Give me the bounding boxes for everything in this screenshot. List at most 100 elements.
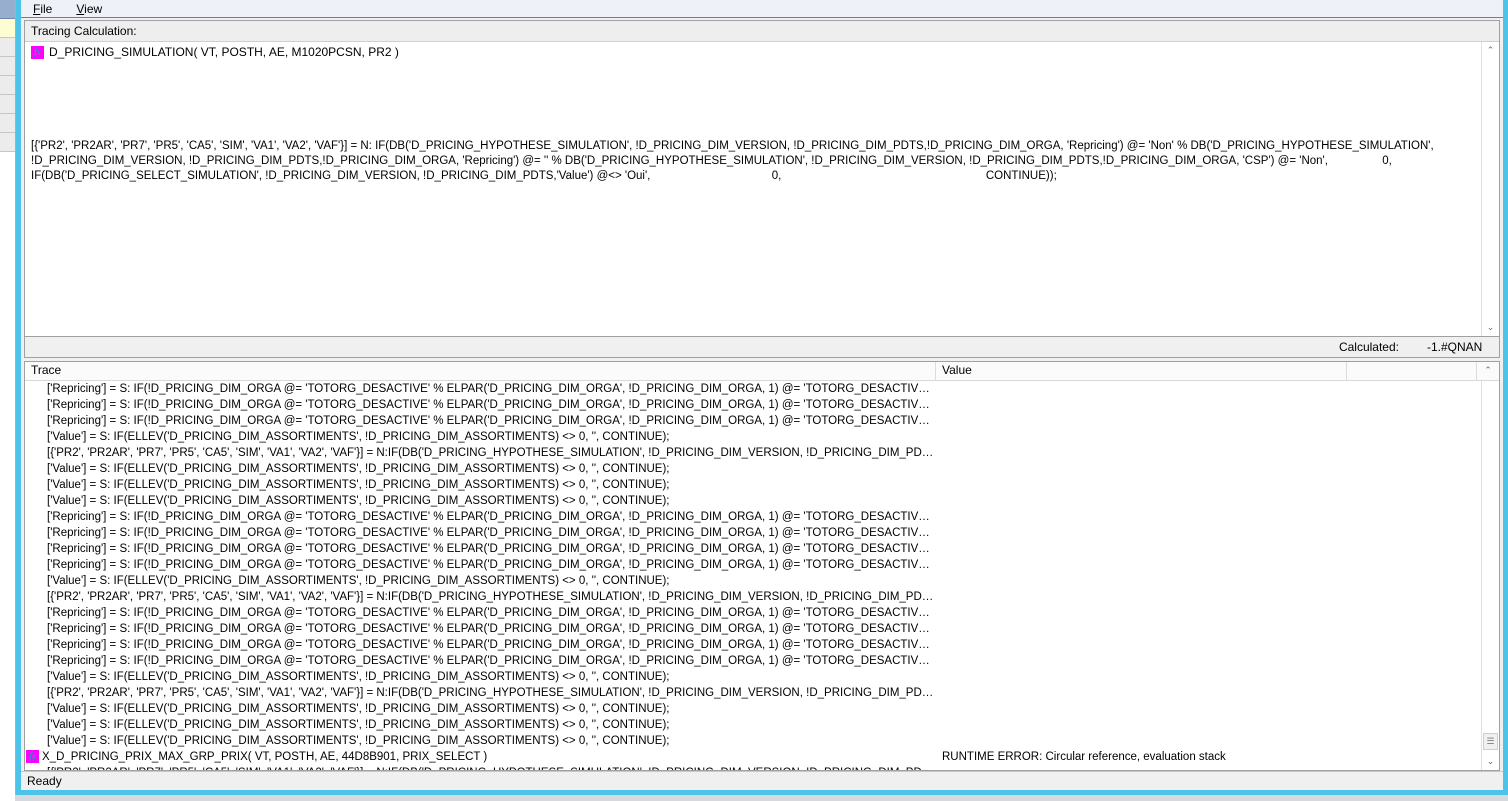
- trace-row-value: [936, 541, 1481, 557]
- trace-row-value: [936, 605, 1481, 621]
- column-header-extra[interactable]: [1347, 361, 1477, 380]
- background-grid-row: [0, 38, 15, 57]
- trace-row[interactable]: ['Repricing'] = S: IF(!D_PRICING_DIM_ORG…: [25, 525, 1481, 541]
- trace-scroll-up-icon[interactable]: ⌃: [1477, 361, 1499, 380]
- formula-icon: fx: [26, 750, 39, 763]
- trace-row[interactable]: ['Repricing'] = S: IF(!D_PRICING_DIM_ORG…: [25, 381, 1481, 397]
- calculation-vertical-scrollbar[interactable]: ⌃ ⌄: [1481, 42, 1499, 336]
- trace-row-trace-text: X_D_PRICING_PRIX_MAX_GRP_PRIX( VT, POSTH…: [42, 749, 487, 765]
- background-grid-row: [0, 133, 15, 152]
- calculation-formula: [{'PR2', 'PR2AR', 'PR7', 'PR5', 'CA5', '…: [31, 139, 1477, 184]
- trace-row-trace: ['Repricing'] = S: IF(!D_PRICING_DIM_ORG…: [25, 637, 936, 653]
- trace-row-trace: ['Repricing'] = S: IF(!D_PRICING_DIM_ORG…: [25, 541, 936, 557]
- trace-row-trace: ['Value'] = S: IF(ELLEV('D_PRICING_DIM_A…: [25, 429, 936, 445]
- trace-list-header: Trace Value ⌃: [25, 362, 1499, 381]
- trace-row[interactable]: ['Value'] = S: IF(ELLEV('D_PRICING_DIM_A…: [25, 573, 1481, 589]
- menu-bar: File View: [21, 0, 1503, 18]
- trace-row[interactable]: ['Value'] = S: IF(ELLEV('D_PRICING_DIM_A…: [25, 477, 1481, 493]
- trace-row-value: [936, 429, 1481, 445]
- menu-view[interactable]: View: [72, 1, 112, 17]
- trace-row-trace: ['Value'] = S: IF(ELLEV('D_PRICING_DIM_A…: [25, 701, 936, 717]
- trace-row-trace: ['Value'] = S: IF(ELLEV('D_PRICING_DIM_A…: [25, 733, 936, 749]
- trace-row[interactable]: ['Repricing'] = S: IF(!D_PRICING_DIM_ORG…: [25, 413, 1481, 429]
- menu-file-label: ile: [40, 2, 52, 16]
- trace-row-value: [936, 621, 1481, 637]
- trace-row[interactable]: ['Value'] = S: IF(ELLEV('D_PRICING_DIM_A…: [25, 429, 1481, 445]
- trace-row-value: [936, 525, 1481, 541]
- calculation-area: fx D_PRICING_SIMULATION( VT, POSTH, AE, …: [25, 42, 1499, 336]
- trace-row-trace: ['Repricing'] = S: IF(!D_PRICING_DIM_ORG…: [25, 621, 936, 637]
- trace-row-value: [936, 509, 1481, 525]
- trace-row[interactable]: [{'PR2', 'PR2AR', 'PR7', 'PR5', 'CA5', '…: [25, 589, 1481, 605]
- trace-row-value: [936, 637, 1481, 653]
- trace-row[interactable]: ['Value'] = S: IF(ELLEV('D_PRICING_DIM_A…: [25, 733, 1481, 749]
- tracing-calculation-panel: Tracing Calculation: fx D_PRICING_SIMULA…: [24, 20, 1500, 337]
- tracing-calculation-label: Tracing Calculation:: [25, 21, 1499, 42]
- formula-icon: fx: [31, 46, 44, 59]
- trace-row-trace: [{'PR2', 'PR2AR', 'PR7', 'PR5', 'CA5', '…: [25, 685, 936, 701]
- trace-row-value: [936, 589, 1481, 605]
- trace-row-trace: ['Repricing'] = S: IF(!D_PRICING_DIM_ORG…: [25, 653, 936, 669]
- trace-row[interactable]: ['Repricing'] = S: IF(!D_PRICING_DIM_ORG…: [25, 397, 1481, 413]
- trace-row[interactable]: ['Repricing'] = S: IF(!D_PRICING_DIM_ORG…: [25, 605, 1481, 621]
- trace-row-value: [936, 413, 1481, 429]
- trace-row[interactable]: ['Value'] = S: IF(ELLEV('D_PRICING_DIM_A…: [25, 701, 1481, 717]
- trace-row[interactable]: ['Repricing'] = S: IF(!D_PRICING_DIM_ORG…: [25, 621, 1481, 637]
- scroll-up-icon[interactable]: ⌃: [1482, 42, 1499, 59]
- trace-rows-wrapper: ['Repricing'] = S: IF(!D_PRICING_DIM_ORG…: [25, 381, 1499, 770]
- column-header-trace[interactable]: Trace: [25, 361, 936, 380]
- background-grid-header-row: [0, 0, 15, 19]
- trace-row[interactable]: ['Value'] = S: IF(ELLEV('D_PRICING_DIM_A…: [25, 717, 1481, 733]
- background-spreadsheet: [0, 0, 16, 795]
- scroll-thumb[interactable]: ☰: [1483, 733, 1498, 750]
- background-grid-row: [0, 76, 15, 95]
- trace-row-trace: [{'PR2', 'PR2AR', 'PR7', 'PR5', 'CA5', '…: [25, 589, 936, 605]
- trace-row[interactable]: [{'PR2', 'PR2AR', 'PR7', 'PR5', 'CA5', '…: [25, 765, 1481, 770]
- calculated-label: Calculated:: [1339, 340, 1399, 354]
- trace-row-trace: ['Repricing'] = S: IF(!D_PRICING_DIM_ORG…: [25, 525, 936, 541]
- trace-row-value: [936, 445, 1481, 461]
- trace-row[interactable]: ['Value'] = S: IF(ELLEV('D_PRICING_DIM_A…: [25, 493, 1481, 509]
- trace-row-value: [936, 461, 1481, 477]
- calculation-text-area[interactable]: fx D_PRICING_SIMULATION( VT, POSTH, AE, …: [25, 42, 1481, 336]
- trace-rows: ['Repricing'] = S: IF(!D_PRICING_DIM_ORG…: [25, 381, 1481, 770]
- trace-row[interactable]: ['Repricing'] = S: IF(!D_PRICING_DIM_ORG…: [25, 637, 1481, 653]
- trace-row-value: [936, 765, 1481, 770]
- trace-row-trace: ['Value'] = S: IF(ELLEV('D_PRICING_DIM_A…: [25, 461, 936, 477]
- trace-row-trace: ['Repricing'] = S: IF(!D_PRICING_DIM_ORG…: [25, 605, 936, 621]
- column-header-value[interactable]: Value: [936, 361, 1347, 380]
- trace-row-value: [936, 733, 1481, 749]
- trace-vertical-scrollbar[interactable]: ☰ ⌄: [1481, 381, 1499, 770]
- menu-view-mnemonic: V: [76, 2, 84, 16]
- trace-row-value: [936, 477, 1481, 493]
- scroll-down-icon[interactable]: ⌄: [1482, 319, 1499, 336]
- trace-row-trace: ['Value'] = S: IF(ELLEV('D_PRICING_DIM_A…: [25, 573, 936, 589]
- trace-row-trace: ['Value'] = S: IF(ELLEV('D_PRICING_DIM_A…: [25, 493, 936, 509]
- trace-row[interactable]: fxX_D_PRICING_PRIX_MAX_GRP_PRIX( VT, POS…: [25, 749, 1481, 765]
- background-grid-row: [0, 95, 15, 114]
- window-client-area: File View Tracing Calculation: fx D_PRIC…: [21, 0, 1503, 790]
- trace-scroll-down-icon[interactable]: ⌄: [1482, 753, 1499, 770]
- trace-row[interactable]: ['Repricing'] = S: IF(!D_PRICING_DIM_ORG…: [25, 509, 1481, 525]
- trace-row[interactable]: ['Repricing'] = S: IF(!D_PRICING_DIM_ORG…: [25, 653, 1481, 669]
- trace-row-value: [936, 573, 1481, 589]
- trace-row-trace: [{'PR2', 'PR2AR', 'PR7', 'PR5', 'CA5', '…: [25, 445, 936, 461]
- trace-row[interactable]: ['Repricing'] = S: IF(!D_PRICING_DIM_ORG…: [25, 541, 1481, 557]
- trace-row[interactable]: [{'PR2', 'PR2AR', 'PR7', 'PR5', 'CA5', '…: [25, 445, 1481, 461]
- trace-row-value: [936, 669, 1481, 685]
- tracing-calculation-window: File View Tracing Calculation: fx D_PRIC…: [16, 0, 1508, 795]
- trace-row-trace: ['Repricing'] = S: IF(!D_PRICING_DIM_ORG…: [25, 381, 936, 397]
- trace-row-value: [936, 653, 1481, 669]
- trace-row-trace: ['Repricing'] = S: IF(!D_PRICING_DIM_ORG…: [25, 413, 936, 429]
- trace-list-panel: Trace Value ⌃ ['Repricing'] = S: IF(!D_P…: [24, 361, 1500, 771]
- resize-grip-icon[interactable]: [1489, 774, 1503, 788]
- trace-row-value: [936, 397, 1481, 413]
- trace-row-value: [936, 381, 1481, 397]
- trace-row[interactable]: ['Value'] = S: IF(ELLEV('D_PRICING_DIM_A…: [25, 669, 1481, 685]
- menu-file[interactable]: File: [29, 1, 62, 17]
- trace-row[interactable]: ['Value'] = S: IF(ELLEV('D_PRICING_DIM_A…: [25, 461, 1481, 477]
- trace-row[interactable]: ['Repricing'] = S: IF(!D_PRICING_DIM_ORG…: [25, 557, 1481, 573]
- menu-view-label: iew: [84, 2, 102, 16]
- background-grid-row: [0, 19, 15, 38]
- trace-row[interactable]: [{'PR2', 'PR2AR', 'PR7', 'PR5', 'CA5', '…: [25, 685, 1481, 701]
